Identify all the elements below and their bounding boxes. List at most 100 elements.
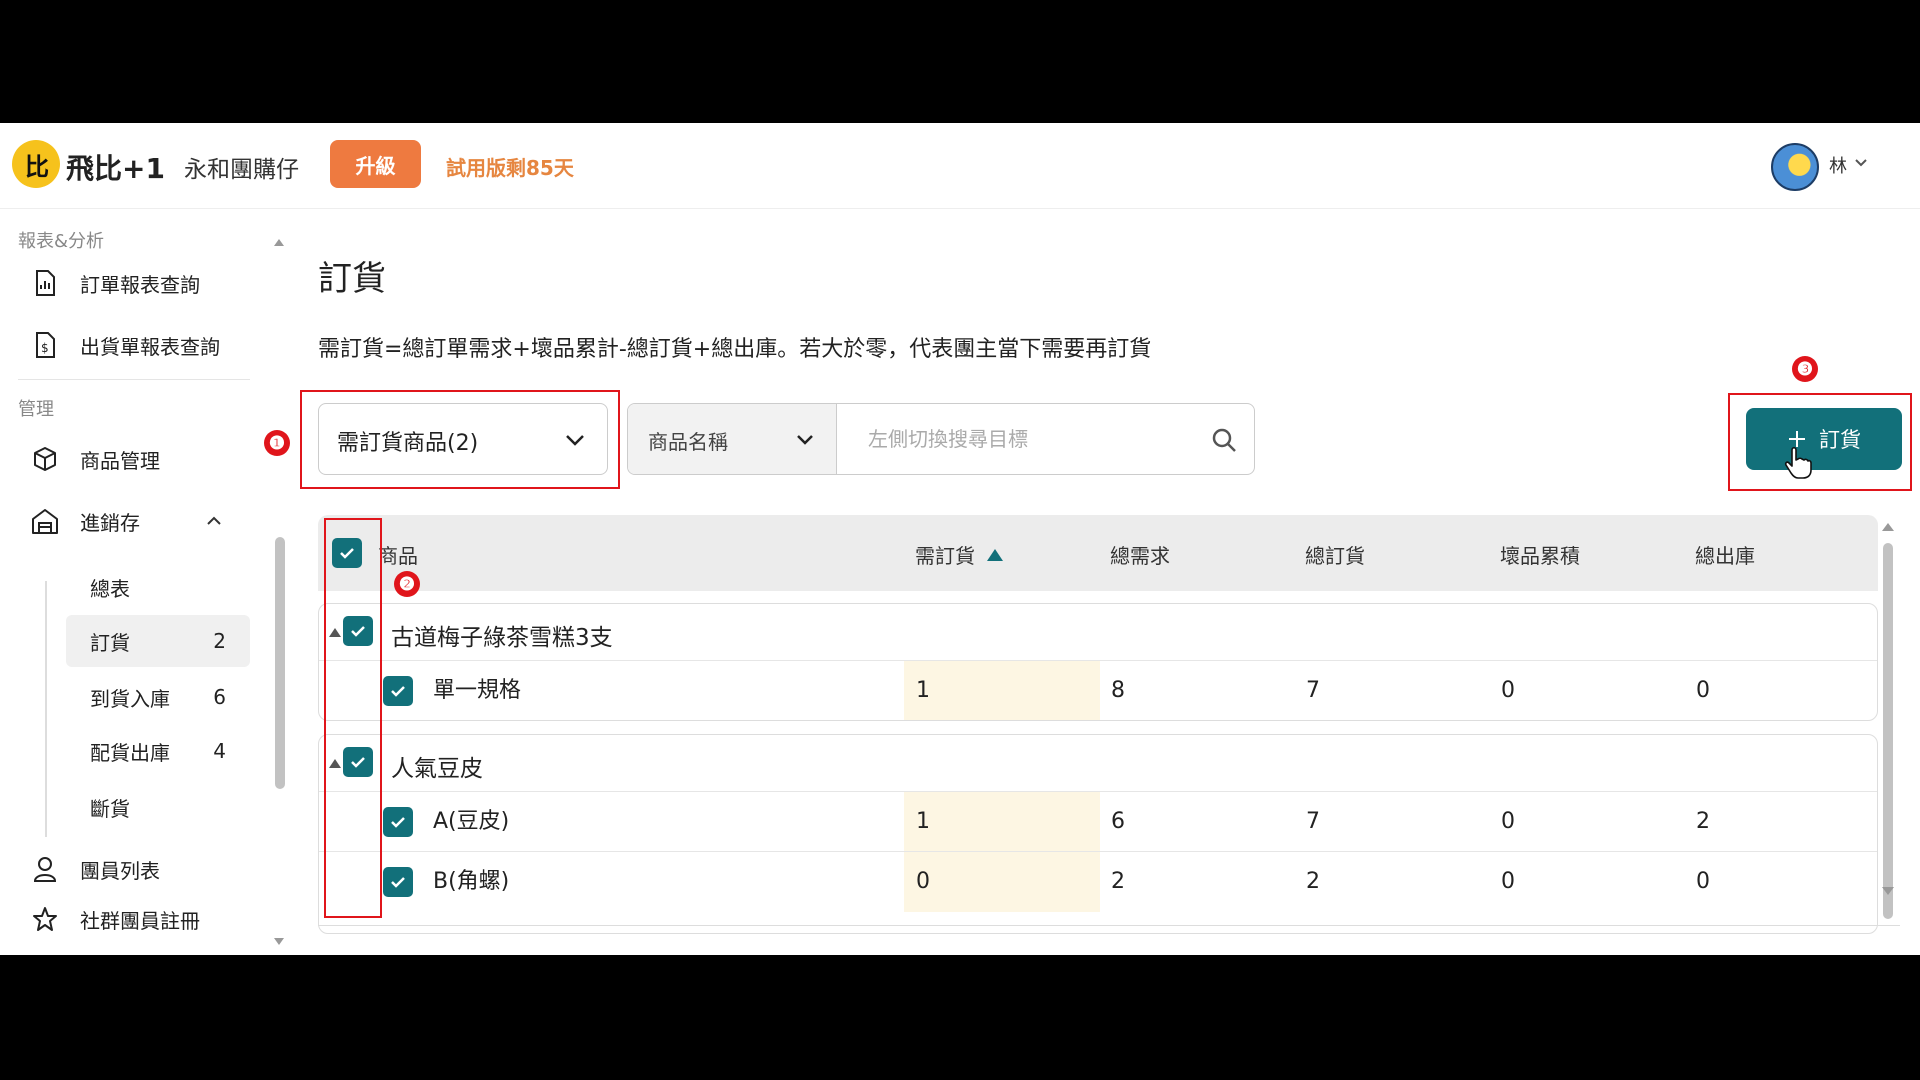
logo-icon[interactable]: 比 [12,140,60,188]
sidebar-item-members[interactable]: 團員列表 [0,843,256,895]
group-header-row[interactable]: 人氣豆皮 [319,735,1877,791]
cell-total-out: 0 [1696,678,1710,703]
table-scrollbar-thumb[interactable] [1883,543,1893,919]
cell-need-order: 1 [916,678,930,703]
annotation-number-3: ❸ [1792,356,1818,382]
group-header-row[interactable]: 古道梅子綠茶雪糕3支 [319,604,1877,660]
sidebar-subitem-dispatch[interactable]: 配貨出庫 4 [66,725,250,777]
column-header-label: 需訂貨 [915,544,975,568]
column-header-product: 商品 [378,544,418,568]
section-label-manage: 管理 [18,399,54,420]
subitem-label: 訂貨 [90,630,130,655]
cell-total-demand: 8 [1111,678,1125,703]
need-order-highlight [904,792,1100,852]
cell-total-out: 0 [1696,869,1710,894]
annotation-box-order-button [1728,393,1912,491]
page-title: 訂貨 [318,259,386,299]
sidebar: 報表&分析 訂單報表查詢 $ 出貨單報表查詢 管理 商品管理 進銷存 總表 訂貨… [0,209,260,955]
cell-damaged: 0 [1501,869,1515,894]
cell-total-ordered: 7 [1306,809,1320,834]
check-icon [391,686,405,697]
annotation-box-filter [300,390,620,489]
group-name: 古道梅子綠茶雪糕3支 [391,625,613,651]
sidebar-subitem-out-of-stock[interactable]: 斷貨 [66,781,250,833]
sidebar-item-social-register[interactable]: 社群團員註冊 [0,893,256,945]
chevron-down-icon[interactable] [1851,152,1871,172]
cell-spec: B(角螺) [433,869,510,894]
cell-total-demand: 2 [1111,869,1125,894]
trial-remaining: 試用版剩85天 [446,156,574,180]
star-icon [30,904,60,934]
order-table: 商品 需訂貨 總需求 總訂貨 壞品累積 總出庫 古道梅子綠茶雪糕3支 單一規格 [318,515,1878,955]
table-row: B(角螺) 0 2 2 0 0 [319,851,1877,912]
annotation-box-checkboxes [324,518,382,918]
cell-damaged: 0 [1501,809,1515,834]
sidebar-divider [18,379,250,380]
sidebar-scrollbar-thumb[interactable] [275,537,285,789]
sidebar-item-shipping-report[interactable]: $ 出貨單報表查詢 [0,319,256,371]
upgrade-button[interactable]: 升級 [330,140,421,188]
table-row: 單一規格 1 8 7 0 0 [319,660,1877,720]
table-row: A(豆皮) 1 6 7 0 2 [319,791,1877,852]
chevron-down-icon [797,435,813,445]
user-name[interactable]: 林 [1829,152,1847,178]
subitem-label: 到貨入庫 [90,686,170,711]
sidebar-item-label: 訂單報表查詢 [80,272,200,297]
search-field-select[interactable]: 商品名稱 [628,404,837,474]
need-order-highlight [904,661,1100,720]
submenu-guide-line [45,581,47,837]
sidebar-item-label: 出貨單報表查詢 [80,334,220,359]
column-header-total-demand: 總需求 [1110,544,1170,568]
sidebar-item-label: 團員列表 [80,858,160,883]
report-file-icon [30,268,60,298]
chevron-up-icon[interactable] [202,509,226,533]
sidebar-item-label: 商品管理 [80,448,160,473]
scroll-down-arrow-icon[interactable] [272,935,286,949]
sidebar-item-products[interactable]: 商品管理 [0,433,256,485]
top-header: 比 飛比+1 永和團購仔 升級 試用版剩85天 林 [0,123,1920,209]
row-checkbox[interactable] [383,867,413,897]
column-header-need-order[interactable]: 需訂貨 [915,540,1003,569]
cell-need-order: 0 [916,869,930,894]
product-group: 古道梅子綠茶雪糕3支 單一規格 1 8 7 0 0 [318,603,1878,721]
avatar[interactable] [1771,143,1819,191]
cell-total-out: 2 [1696,809,1710,834]
annotation-number-2: ❷ [394,571,420,597]
subitem-label: 斷貨 [90,796,130,821]
need-order-highlight [904,852,1100,912]
sort-ascending-icon[interactable] [987,549,1003,561]
sidebar-item-label: 進銷存 [80,510,140,535]
subitem-label: 總表 [90,576,130,601]
sidebar-item-label: 社群團員註冊 [80,908,200,933]
brand-name: 飛比+1 [66,152,165,185]
check-icon [391,817,405,828]
annotation-number-1: ❶ [264,430,290,456]
shop-name[interactable]: 永和團購仔 [184,150,299,184]
sidebar-subitem-summary[interactable]: 總表 [66,561,250,613]
svg-text:$: $ [41,341,49,355]
cell-total-demand: 6 [1111,809,1125,834]
subitem-count: 4 [213,739,226,763]
cell-total-ordered: 2 [1306,869,1320,894]
row-checkbox[interactable] [383,807,413,837]
person-icon [30,854,60,884]
app-window: 比 飛比+1 永和團購仔 升級 試用版剩85天 林 報表&分析 訂單報表查詢 $… [0,123,1920,955]
formula-description: 需訂貨=總訂單需求+壞品累計-總訂貨+總出庫。若大於零，代表團主當下需要再訂貨 [318,337,1152,362]
subitem-count: 2 [213,629,226,653]
scroll-down-arrow-icon[interactable] [1880,883,1896,899]
sidebar-subitem-order[interactable]: 訂貨 2 [66,615,250,667]
scroll-up-arrow-icon[interactable] [272,235,286,249]
table-header: 商品 需訂貨 總需求 總訂貨 壞品累積 總出庫 [318,515,1878,591]
cell-spec: A(豆皮) [433,809,510,834]
table-bottom-divider [318,925,1900,926]
sidebar-item-inventory[interactable]: 進銷存 [0,495,256,547]
warehouse-icon [30,506,60,536]
sidebar-subitem-arrival[interactable]: 到貨入庫 6 [66,671,250,723]
cell-total-ordered: 7 [1306,678,1320,703]
logo-mark: 比 [25,152,49,181]
row-checkbox[interactable] [383,676,413,706]
scroll-up-arrow-icon[interactable] [1880,519,1896,535]
search-input[interactable] [838,404,1188,474]
sidebar-item-order-report[interactable]: 訂單報表查詢 [0,257,256,309]
search-icon[interactable] [1210,426,1238,454]
